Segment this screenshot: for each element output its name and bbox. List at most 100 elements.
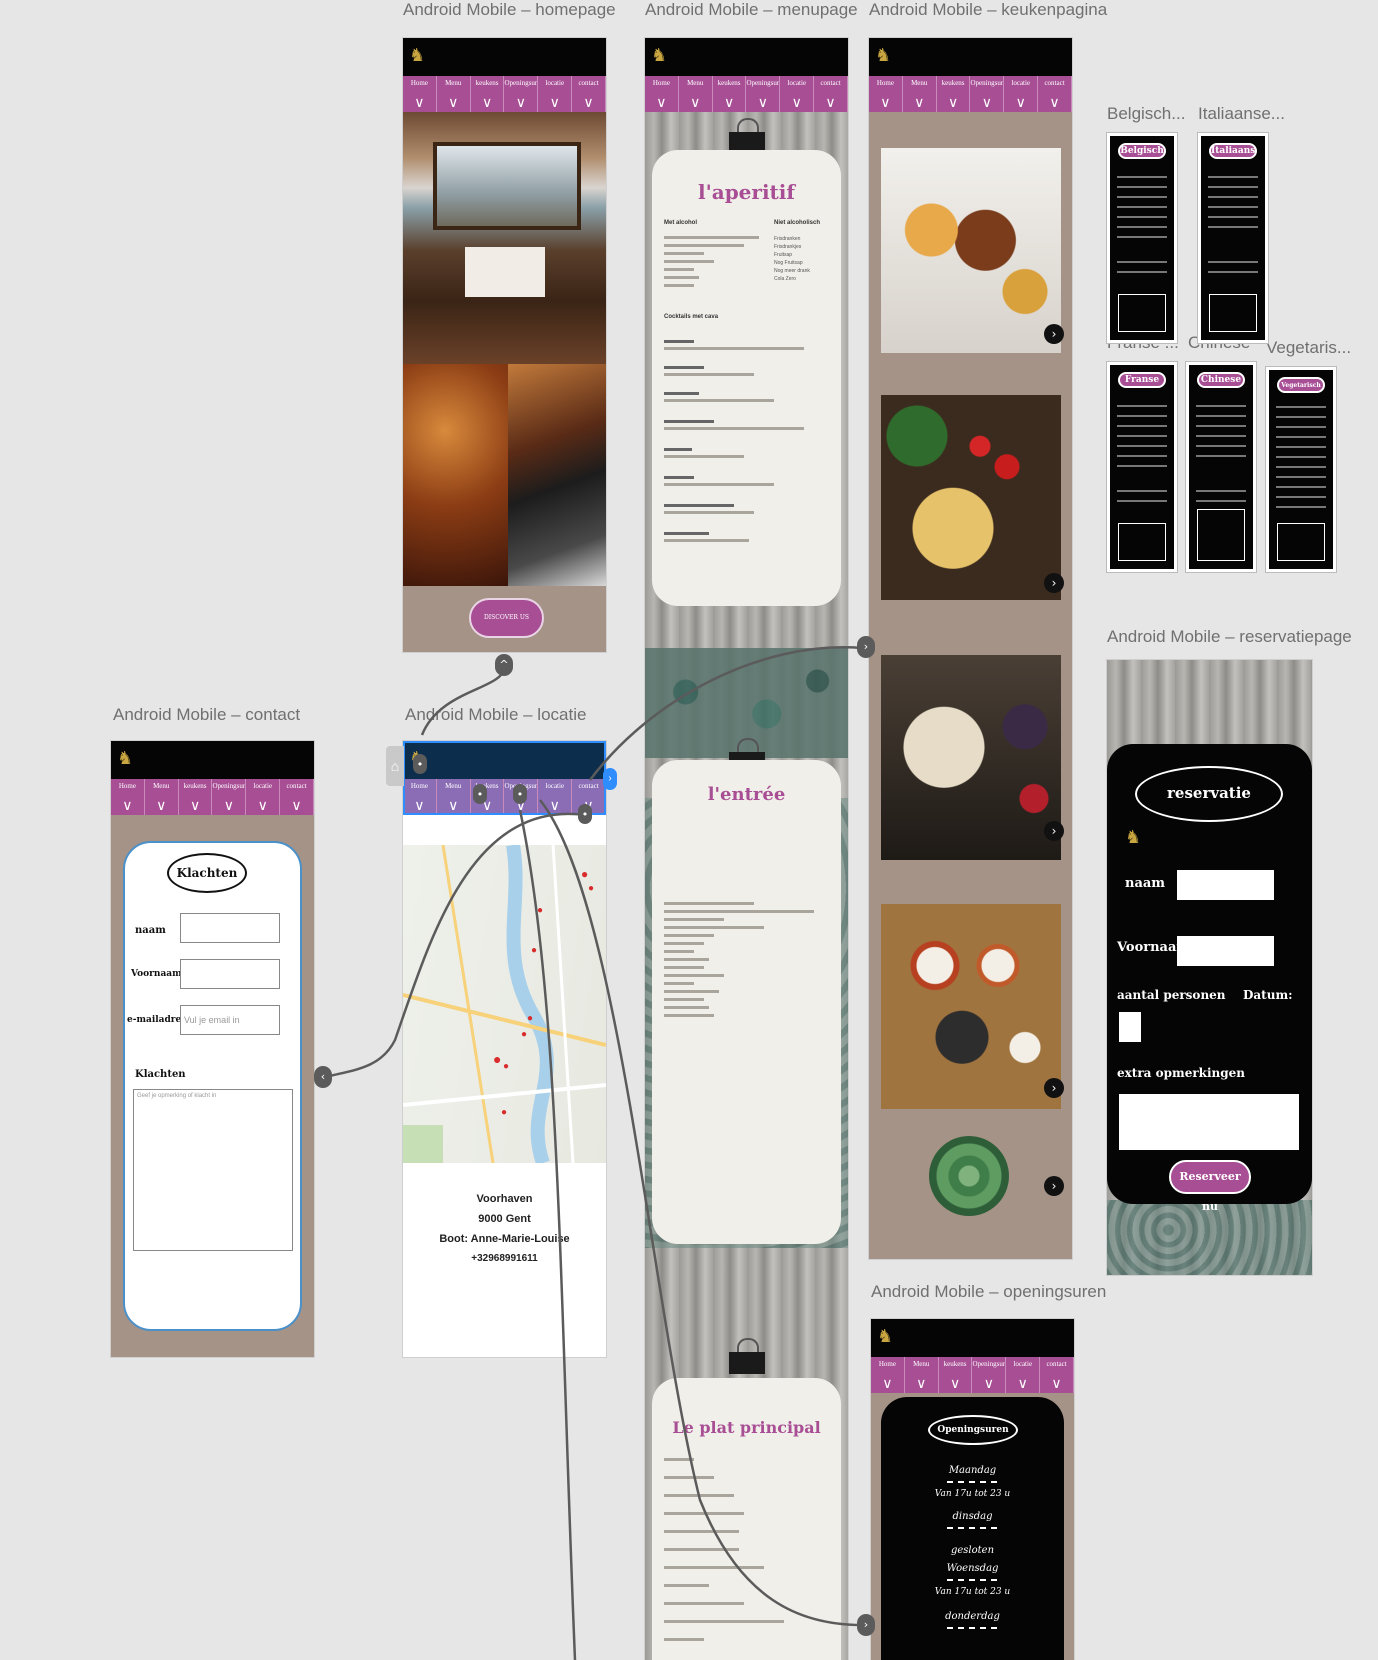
klachten-textarea[interactable]: Geef je opmerking of klacht in xyxy=(133,1089,293,1251)
artboard-franse[interactable]: Franse xyxy=(1107,362,1177,572)
flow-handle-icon[interactable]: • xyxy=(513,784,527,804)
top-bar: ♞ xyxy=(871,1319,1074,1357)
nav-item-keukens[interactable]: keukens ∨ xyxy=(179,779,213,815)
nav-item-keukens[interactable]: keukens ∨ xyxy=(471,76,505,112)
artboard-label-reservatiepage[interactable]: Android Mobile – reservatiepage xyxy=(1107,627,1352,647)
nav-item-keukens[interactable]: keukens ∨ xyxy=(937,76,971,112)
text-line xyxy=(1117,261,1167,263)
nav-item-home[interactable]: Home ∨ xyxy=(111,779,145,815)
french-cheese-photo[interactable] xyxy=(881,655,1061,860)
discover-button[interactable]: DISCOVER US xyxy=(469,598,544,638)
artboard-label-homepage[interactable]: Android Mobile – homepage xyxy=(403,0,616,20)
naam-input[interactable] xyxy=(1177,870,1274,900)
belgian-burger-photo[interactable] xyxy=(881,148,1061,353)
map-pin-icon[interactable]: ● xyxy=(581,867,588,881)
map-pin-icon[interactable]: ● xyxy=(537,905,543,916)
nav-item-home[interactable]: Home ∨ xyxy=(869,76,903,112)
flow-handle-homepage[interactable]: ^ xyxy=(495,654,513,676)
nav-item-home[interactable]: Home ∨ xyxy=(871,1357,905,1393)
artboard-label-menupage[interactable]: Android Mobile – menupage xyxy=(645,0,858,20)
chevron-right-icon[interactable]: › xyxy=(1044,573,1064,593)
nav-item-keukens[interactable]: keukens ∨ xyxy=(713,76,747,112)
nav-item-home[interactable]: Home ∨ xyxy=(403,76,437,112)
nav-item-openingsuren[interactable]: Openingsuren ∨ xyxy=(972,1357,1007,1393)
flow-handle-icon[interactable]: • xyxy=(413,754,427,774)
hours-line: Van 17u tot 23 u xyxy=(934,1489,1011,1499)
artboard-label-locatie[interactable]: Android Mobile – locatie xyxy=(405,705,586,725)
artboard-vegetarisch[interactable]: Vegetarisch xyxy=(1266,367,1336,572)
nav-item-menu[interactable]: Menu ∨ xyxy=(905,1357,939,1393)
entree-card: l'entrée xyxy=(652,760,841,1244)
nav-item-contact[interactable]: contact ∨ xyxy=(572,76,606,112)
chevron-right-icon[interactable]: › xyxy=(1044,821,1064,841)
nav-item-locatie[interactable]: locatie ∨ xyxy=(246,779,281,815)
personen-input[interactable] xyxy=(1119,1012,1141,1042)
artboard-label-keukenpagina[interactable]: Android Mobile – keukenpagina xyxy=(869,0,1107,20)
flow-handle-chevron-right-icon[interactable]: › xyxy=(857,1614,875,1636)
map-pin-icon[interactable]: ● xyxy=(527,1013,533,1024)
artboard-label-belgisch[interactable]: Belgisch... xyxy=(1107,104,1185,124)
chevron-right-icon[interactable]: › xyxy=(1044,1176,1064,1196)
nav-item-locatie[interactable]: locatie ∨ xyxy=(1006,1357,1041,1393)
voornaam-input[interactable] xyxy=(1177,936,1274,966)
artboard-belgisch[interactable]: Belgisch xyxy=(1107,133,1177,343)
nav-item-contact[interactable]: contact ∨ xyxy=(280,779,314,815)
nav-item-contact[interactable]: contact ∨ xyxy=(1038,76,1072,112)
nav-item-openingsuren[interactable]: Openingsuren ∨ xyxy=(970,76,1005,112)
nav-item-menu[interactable]: Menu ∨ xyxy=(903,76,937,112)
flow-connector-icon[interactable]: › xyxy=(603,768,617,790)
nav-item-locatie[interactable]: locatie ∨ xyxy=(780,76,815,112)
nav-item-openingsuren[interactable]: Openingsuren ∨ xyxy=(746,76,781,112)
voornaam-input[interactable] xyxy=(180,959,280,989)
artboard-locatie[interactable]: ♞ Home∨ Menu∨ keukens∨ Openingsuren∨ loc… xyxy=(403,741,606,1357)
artboard-openingsuren[interactable]: ♞ Home ∨ Menu ∨ keukens ∨ Openingsuren ∨ loc… xyxy=(871,1319,1074,1660)
artboard-italiaanse[interactable]: Italiaanse xyxy=(1198,133,1268,343)
nav-item-locatie[interactable]: locatie ∨ xyxy=(1004,76,1039,112)
artboard-reservatiepage[interactable]: reservatie ♞ naam Voornaam aantal person… xyxy=(1107,660,1312,1275)
map-pin-icon[interactable]: ● xyxy=(493,1051,501,1067)
chevron-down-icon: ∨ xyxy=(656,95,667,111)
flow-handle-chevron-left-icon[interactable]: ‹ xyxy=(314,1066,332,1088)
email-input[interactable]: Vul je email in xyxy=(180,1005,280,1035)
nav-item-menu[interactable]: Menu ∨ xyxy=(679,76,713,112)
naam-input[interactable] xyxy=(180,913,280,943)
nav-label: Home xyxy=(878,1360,896,1368)
flow-handle-icon[interactable]: • xyxy=(578,804,592,824)
flow-handle-icon[interactable]: • xyxy=(473,784,487,804)
vegetarian-cabbage-photo[interactable] xyxy=(929,1136,1009,1216)
artboard-label-contact[interactable]: Android Mobile – contact xyxy=(113,705,300,725)
chevron-right-icon[interactable]: › xyxy=(1044,1078,1064,1098)
nav-item-contact[interactable]: contact ∨ xyxy=(814,76,848,112)
location-map[interactable]: ● ● ● ● ● ● ● ● ● xyxy=(403,845,606,1163)
nav-item-menu[interactable]: Menu ∨ xyxy=(145,779,179,815)
chevron-down-icon: ∨ xyxy=(1015,95,1026,111)
flow-handle-chevron-right-icon[interactable]: › xyxy=(857,636,875,658)
map-pin-icon[interactable]: ● xyxy=(588,883,594,894)
nav-item-contact[interactable]: contact ∨ xyxy=(1040,1357,1074,1393)
map-pin-icon[interactable]: ● xyxy=(531,945,537,956)
map-pin-icon[interactable]: ● xyxy=(501,1107,507,1118)
reserve-button[interactable]: Reserveer nu xyxy=(1169,1160,1251,1213)
chinese-dishes-photo[interactable] xyxy=(881,904,1061,1109)
artboard-homepage[interactable]: ♞ Home ∨ Menu ∨ keukens ∨ Openingsuren ∨ loc… xyxy=(403,38,606,652)
map-pin-icon[interactable]: ● xyxy=(521,1029,527,1040)
italian-pasta-photo[interactable] xyxy=(881,395,1061,600)
nav-item-menu[interactable]: Menu ∨ xyxy=(437,76,471,112)
home-icon[interactable]: ⌂ xyxy=(386,746,404,786)
artboard-label-openingsuren[interactable]: Android Mobile – openingsuren xyxy=(871,1282,1106,1302)
chevron-down-icon: ∨ xyxy=(189,798,201,814)
artboard-chinese[interactable]: Chinese xyxy=(1186,362,1256,572)
map-pin-icon[interactable]: ● xyxy=(503,1061,509,1072)
artboard-keukenpagina[interactable]: ♞ Home ∨ Menu ∨ keukens ∨ Openingsuren ∨ loc… xyxy=(869,38,1072,1259)
nav-item-keukens[interactable]: keukens ∨ xyxy=(939,1357,973,1393)
chevron-right-icon[interactable]: › xyxy=(1044,324,1064,344)
artboard-contact[interactable]: ♞ Home ∨ Menu ∨ keukens ∨ Openingsuren ∨ loc… xyxy=(111,741,314,1357)
nav-item-home[interactable]: Home ∨ xyxy=(645,76,679,112)
artboard-label-vegetarisch[interactable]: Vegetaris... xyxy=(1266,338,1351,358)
nav-item-openingsuren[interactable]: Openingsuren ∨ xyxy=(212,779,247,815)
artboard-menupage[interactable]: ♞ Home ∨ Menu ∨ keukens ∨ Openingsuren ∨ loc… xyxy=(645,38,848,1660)
nav-item-locatie[interactable]: locatie ∨ xyxy=(538,76,573,112)
opmerkingen-input[interactable] xyxy=(1119,1094,1299,1150)
nav-item-openingsuren[interactable]: Openingsuren ∨ xyxy=(504,76,539,112)
artboard-label-italiaanse[interactable]: Italiaanse... xyxy=(1198,104,1285,124)
